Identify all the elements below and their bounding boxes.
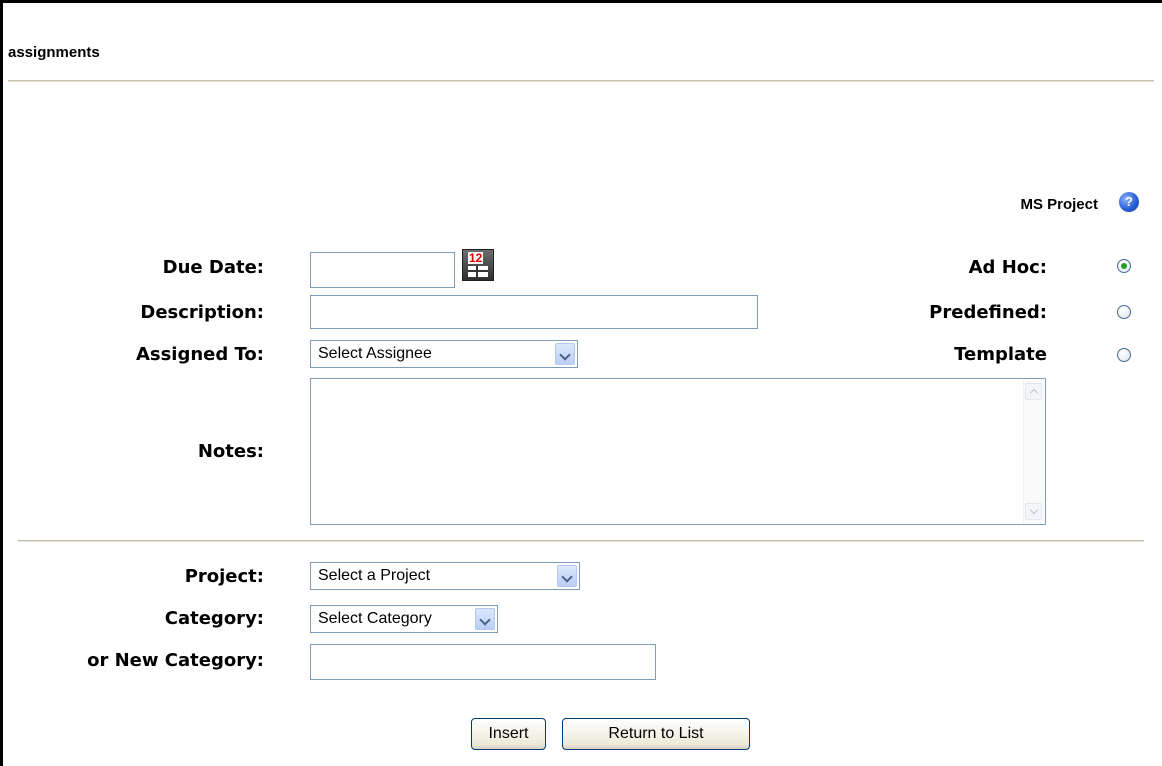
category-value: Select Category bbox=[318, 610, 432, 627]
due-date-label: Due Date: bbox=[162, 257, 264, 278]
new-category-label: or New Category: bbox=[87, 650, 264, 671]
scroll-down-icon[interactable] bbox=[1025, 503, 1042, 520]
chevron-down-icon[interactable] bbox=[475, 608, 495, 630]
project-label: Project: bbox=[184, 566, 264, 587]
due-date-input[interactable] bbox=[310, 252, 455, 288]
calendar-icon-digits: 12 bbox=[468, 251, 484, 265]
assigned-to-select[interactable]: Select Assignee bbox=[310, 340, 578, 368]
project-select[interactable]: Select a Project bbox=[310, 562, 580, 590]
new-category-input[interactable] bbox=[310, 644, 656, 680]
calendar-grid bbox=[468, 266, 488, 277]
notes-scrollbar[interactable] bbox=[1023, 380, 1044, 523]
assigned-to-label: Assigned To: bbox=[135, 344, 264, 365]
ad-hoc-radio[interactable] bbox=[1117, 259, 1131, 273]
scroll-up-icon[interactable] bbox=[1025, 383, 1042, 400]
category-select[interactable]: Select Category bbox=[310, 605, 498, 633]
section-divider bbox=[18, 540, 1144, 541]
notes-label: Notes: bbox=[197, 441, 264, 462]
assigned-to-value: Select Assignee bbox=[318, 345, 432, 362]
notes-textarea[interactable] bbox=[310, 378, 1046, 525]
insert-button[interactable]: Insert bbox=[471, 718, 546, 750]
template-label: Template bbox=[954, 344, 1047, 365]
predefined-radio[interactable] bbox=[1117, 305, 1131, 319]
predefined-label: Predefined: bbox=[929, 302, 1047, 323]
help-icon[interactable]: ? bbox=[1119, 192, 1139, 212]
project-value: Select a Project bbox=[318, 567, 431, 584]
chevron-down-icon[interactable] bbox=[557, 565, 577, 587]
return-to-list-button[interactable]: Return to List bbox=[562, 718, 750, 750]
ms-project-label: MS Project bbox=[1020, 196, 1098, 213]
description-label: Description: bbox=[140, 302, 264, 323]
chevron-down-icon[interactable] bbox=[555, 343, 575, 365]
template-radio[interactable] bbox=[1117, 348, 1131, 362]
category-label: Category: bbox=[164, 608, 264, 629]
ad-hoc-label: Ad Hoc: bbox=[968, 257, 1047, 278]
title-divider bbox=[8, 80, 1154, 81]
page-title: assignments bbox=[8, 44, 100, 61]
calendar-icon[interactable]: 12 bbox=[462, 249, 494, 281]
description-input[interactable] bbox=[310, 295, 758, 329]
